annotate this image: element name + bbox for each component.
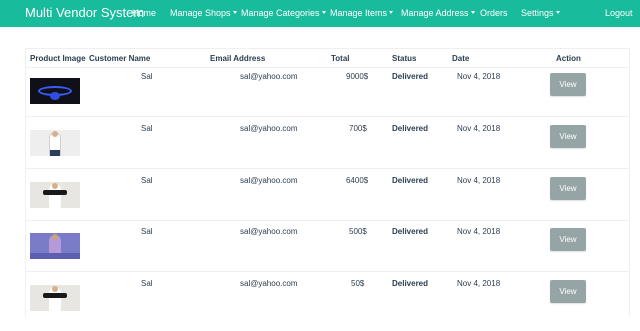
view-order-button[interactable]: View: [550, 280, 586, 303]
order-date: Nov 4, 2018: [457, 72, 501, 81]
nav-manage-shops[interactable]: Manage Shops: [170, 7, 237, 19]
nav-manage-items[interactable]: Manage Items: [330, 7, 394, 19]
white-tshirt-product-image: [30, 130, 80, 156]
nav-manage-shops-label: Manage Shops: [170, 8, 231, 18]
order-date: Nov 4, 2018: [457, 279, 501, 288]
order-total: 500$: [349, 227, 367, 236]
view-order-button[interactable]: View: [550, 228, 586, 251]
header-date: Date: [452, 54, 470, 63]
logout-link[interactable]: Logout: [605, 7, 633, 19]
black-white-top-product-image: [30, 182, 80, 208]
header-email-address: Email Address: [210, 54, 266, 63]
order-status: Delivered: [392, 72, 429, 81]
nav-manage-categories[interactable]: Manage Categories: [241, 7, 326, 19]
caret-down-icon: [321, 11, 326, 14]
customer-name: Sal: [141, 72, 153, 81]
header-status: Status: [392, 54, 417, 63]
necklace-product-image: [30, 78, 80, 104]
order-status: Delivered: [392, 124, 429, 133]
email-address: sal@yahoo.com: [240, 279, 298, 288]
nav-orders[interactable]: Orders: [480, 7, 508, 19]
order-total: 6400$: [346, 176, 369, 185]
nav-settings-label: Settings: [521, 8, 554, 18]
nav-manage-categories-label: Manage Categories: [241, 8, 320, 18]
header-total: Total: [331, 54, 350, 63]
purple-dress-product-image: [30, 233, 80, 259]
nav-manage-items-label: Manage Items: [330, 8, 388, 18]
order-status: Delivered: [392, 279, 429, 288]
view-order-button[interactable]: View: [550, 177, 586, 200]
order-status: Delivered: [392, 176, 429, 185]
order-date: Nov 4, 2018: [457, 124, 501, 133]
customer-name: Sal: [141, 176, 153, 185]
order-total: 50$: [351, 279, 365, 288]
caret-down-icon: [232, 11, 237, 14]
order-total: 700$: [349, 124, 367, 133]
row-divider: [26, 271, 628, 272]
caret-down-icon: [555, 11, 560, 14]
order-date: Nov 4, 2018: [457, 227, 501, 236]
header-product-image: Product Image: [30, 54, 86, 63]
customer-name: Sal: [141, 227, 153, 236]
email-address: sal@yahoo.com: [240, 124, 298, 133]
order-status: Delivered: [392, 227, 429, 236]
email-address: sal@yahoo.com: [240, 227, 298, 236]
nav-home[interactable]: Home: [132, 7, 156, 19]
brand-link[interactable]: Multi Vendor System: [25, 5, 144, 21]
header-divider: [26, 67, 628, 68]
table-row: Sal sal@yahoo.com 50$ Delivered Nov 4, 2…: [0, 279, 640, 331]
order-date: Nov 4, 2018: [457, 176, 501, 185]
view-order-button[interactable]: View: [550, 125, 586, 148]
row-divider: [26, 116, 628, 117]
customer-name: Sal: [141, 124, 153, 133]
row-divider: [26, 220, 628, 221]
caret-down-icon: [389, 11, 394, 14]
customer-name: Sal: [141, 279, 153, 288]
nav-manage-address[interactable]: Manage Address: [401, 7, 475, 19]
header-customer-name: Customer Name: [89, 54, 151, 63]
email-address: sal@yahoo.com: [240, 176, 298, 185]
row-divider: [26, 168, 628, 169]
order-total: 9000$: [346, 72, 369, 81]
nav-manage-address-label: Manage Address: [401, 8, 469, 18]
email-address: sal@yahoo.com: [240, 72, 298, 81]
view-order-button[interactable]: View: [550, 73, 586, 96]
header-action: Action: [556, 54, 581, 63]
caret-down-icon: [470, 11, 475, 14]
black-white-top-product-image: [30, 285, 80, 311]
top-navbar: Multi Vendor System Home Manage Shops Ma…: [0, 0, 640, 27]
nav-settings[interactable]: Settings: [521, 7, 560, 19]
